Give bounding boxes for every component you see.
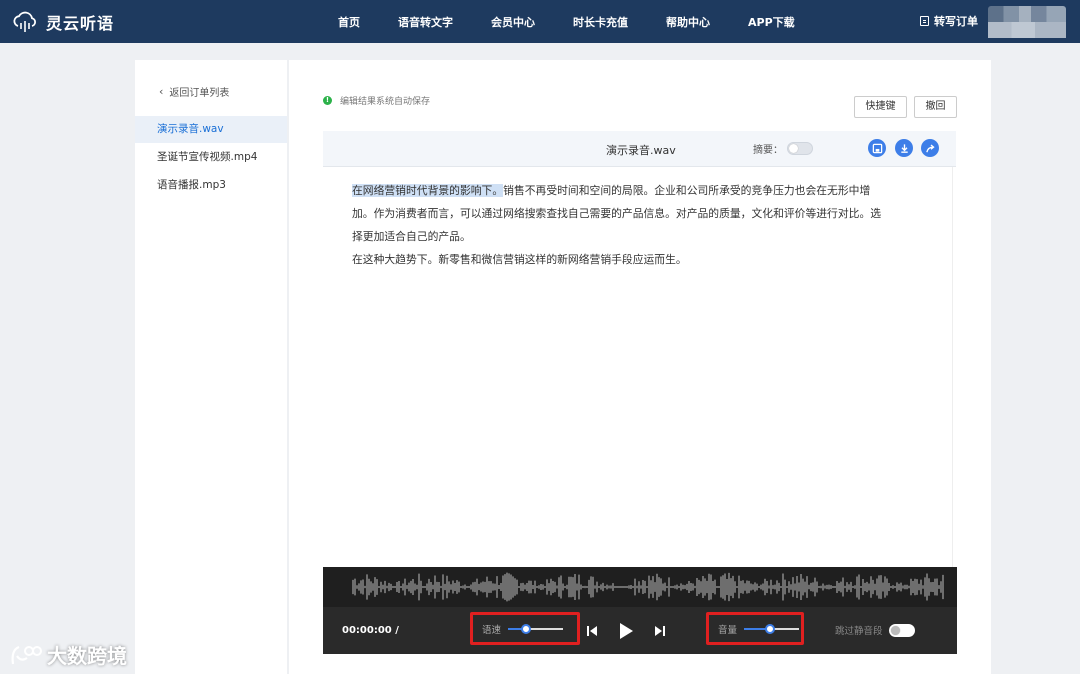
- nav-home[interactable]: 首页: [338, 14, 360, 30]
- transcript-paragraph-1[interactable]: 在网络营销时代背景的影响下。销售不再受时间和空间的局限。企业和公司所承受的竞争压…: [352, 179, 932, 248]
- cloud-logo-icon: [13, 11, 36, 32]
- save-button[interactable]: [868, 139, 886, 157]
- transcript-line-1: 销售不再受时间和空间的局限。企业和公司所承受的竞争压力也会在无形中增: [503, 184, 871, 197]
- nav-recharge[interactable]: 时长卡充值: [573, 14, 628, 30]
- file-item-broadcast-mp3[interactable]: 语音播报.mp3: [135, 172, 287, 199]
- editor-header: 演示录音.wav 摘要：: [323, 131, 956, 167]
- back-chevron-icon: ‹: [159, 85, 164, 98]
- transcript-body[interactable]: 在网络营销时代背景的影响下。销售不再受时间和空间的局限。企业和公司所承受的竞争压…: [323, 167, 953, 567]
- file-item-demo-wav[interactable]: 演示录音.wav: [135, 116, 287, 143]
- watermark-text: 大数跨境: [47, 644, 127, 668]
- app-logo[interactable]: 灵云听语: [12, 10, 114, 34]
- file-item-christmas-mp4[interactable]: 圣诞节宣传视频.mp4: [135, 144, 287, 171]
- back-label: 返回订单列表: [169, 88, 230, 99]
- volume-control: 音量: [706, 612, 804, 645]
- watermark: 大数跨境: [9, 640, 127, 669]
- transcript-line-2: 加。作为消费者而言，可以通过网络搜索查找自己需要的产品信息。对产品的质量，文化和…: [352, 207, 882, 220]
- playback-time: 00:00:00 /: [342, 625, 399, 636]
- transcript-paragraph-2[interactable]: 在这种大趋势下。新零售和微信营销这样的新网络营销手段应运而生。: [352, 248, 932, 271]
- speed-control: 语速: [470, 612, 580, 645]
- save-icon: [872, 143, 882, 153]
- main-nav: 首页 语音转文字 会员中心 时长卡充值 帮助中心 APP下载: [338, 0, 833, 43]
- summary-toggle[interactable]: [787, 142, 813, 155]
- top-navbar: 灵云听语 首页 语音转文字 会员中心 时长卡充值 帮助中心 APP下载 转写订单: [0, 0, 1080, 43]
- nav-app-download[interactable]: APP下载: [748, 14, 795, 30]
- back-to-orders-link[interactable]: ‹ 返回订单列表: [159, 84, 229, 99]
- volume-slider[interactable]: [744, 623, 800, 634]
- audio-waveform[interactable]: [323, 567, 957, 607]
- undo-button[interactable]: 撤回: [914, 96, 957, 118]
- order-link-label: 转写订单: [934, 15, 978, 28]
- next-icon[interactable]: [655, 625, 665, 637]
- summary-label: 摘要：: [753, 145, 783, 156]
- waveform-graphic: [352, 572, 944, 602]
- order-icon: [920, 16, 929, 26]
- prev-icon[interactable]: [587, 625, 597, 637]
- speed-slider[interactable]: [508, 623, 564, 634]
- file-title: 演示录音.wav: [606, 144, 676, 157]
- editor-panel: ! 编辑结果系统自动保存 快捷键 撤回 演示录音.wav 摘要： 在网络营销时代…: [289, 60, 991, 674]
- audio-player: 00:00:00 / 语速 音量 跳过静音段: [323, 607, 957, 654]
- play-icon[interactable]: [619, 623, 633, 639]
- skip-silence-label: 跳过静音段: [835, 626, 883, 637]
- file-sidebar: ‹ 返回订单列表 演示录音.wav 圣诞节宣传视频.mp4 语音播报.mp3: [135, 60, 287, 674]
- autosave-text: 编辑结果系统自动保存: [340, 97, 431, 107]
- nav-membership[interactable]: 会员中心: [491, 14, 535, 30]
- check-dot-icon: !: [323, 96, 332, 105]
- volume-label: 音量: [718, 624, 738, 636]
- summary-control: 摘要：: [753, 141, 813, 156]
- app-name: 灵云听语: [46, 14, 115, 33]
- nav-speech-to-text[interactable]: 语音转文字: [398, 14, 453, 30]
- speed-label: 语速: [482, 624, 502, 636]
- autosave-note: ! 编辑结果系统自动保存: [323, 94, 430, 107]
- user-account-blurred[interactable]: [988, 6, 1066, 38]
- share-icon: [925, 143, 935, 152]
- speed-slider-knob[interactable]: [521, 623, 532, 634]
- transcription-orders-link[interactable]: 转写订单: [920, 13, 978, 29]
- download-button[interactable]: [895, 139, 913, 157]
- skip-silence-toggle[interactable]: [888, 623, 915, 637]
- download-icon: [900, 143, 908, 153]
- transcript-line-3: 择更加适合自己的产品。: [352, 230, 471, 243]
- skip-silence-control: 跳过静音段: [835, 623, 915, 637]
- volume-slider-knob[interactable]: [764, 623, 775, 634]
- share-button[interactable]: [921, 139, 939, 157]
- watermark-logo-icon: [11, 645, 42, 664]
- shortcut-button[interactable]: 快捷键: [854, 96, 907, 118]
- highlighted-sentence[interactable]: 在网络营销时代背景的影响下。: [352, 184, 504, 197]
- nav-help[interactable]: 帮助中心: [666, 14, 710, 30]
